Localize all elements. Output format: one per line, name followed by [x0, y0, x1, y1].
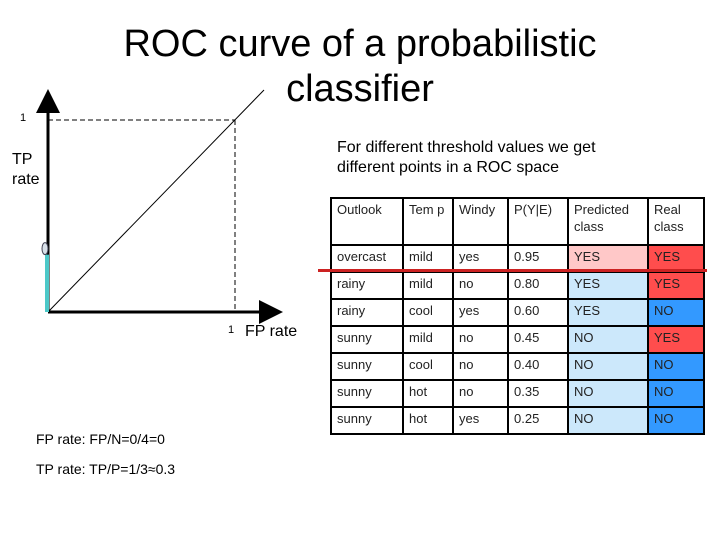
- column-header: Outlook: [330, 197, 404, 246]
- cell-p: 0.35: [507, 379, 569, 408]
- table-row: rainy mild no 0.80 YES YES: [330, 271, 705, 300]
- cell-windy: no: [452, 379, 509, 408]
- cell-predicted: YES: [567, 271, 649, 300]
- cell-temp: hot: [402, 379, 454, 408]
- column-header: Predicted class: [567, 197, 649, 246]
- tp-rate-calc: TP rate: TP/P=1/3≈0.3: [36, 461, 176, 477]
- x-axis-label: FP rate: [245, 323, 298, 340]
- cell-p: 0.45: [507, 325, 569, 354]
- table-row: sunny cool no 0.40 NO NO: [330, 352, 705, 381]
- cell-p: 0.60: [507, 298, 569, 327]
- cell-outlook: sunny: [330, 406, 404, 435]
- fp-rate-calc: FP rate: FP/N=0/4=0: [36, 431, 165, 447]
- table-row: sunny hot yes 0.25 NO NO: [330, 406, 705, 435]
- cell-windy: yes: [452, 244, 509, 273]
- cell-temp: mild: [402, 325, 454, 354]
- cell-real: NO: [647, 379, 705, 408]
- cell-windy: yes: [452, 406, 509, 435]
- x-tick-1: 1: [228, 324, 235, 336]
- y-axis-label-line-2: rate: [12, 171, 40, 188]
- y-axis-label-line-1: TP: [12, 151, 33, 168]
- cell-outlook: sunny: [330, 325, 404, 354]
- cell-p: 0.25: [507, 406, 569, 435]
- cell-outlook: overcast: [330, 244, 404, 273]
- cell-p: 0.95: [507, 244, 569, 273]
- cell-temp: mild: [402, 244, 454, 273]
- cell-predicted: YES: [567, 298, 649, 327]
- cell-predicted: YES: [567, 244, 649, 273]
- table-row: rainy cool yes 0.60 YES NO: [330, 298, 705, 327]
- cell-temp: cool: [402, 298, 454, 327]
- cell-predicted: NO: [567, 325, 649, 354]
- column-header: P(Y|E): [507, 197, 569, 246]
- column-header: Tem p: [402, 197, 454, 246]
- cell-real: YES: [647, 325, 705, 354]
- table-row: overcast mild yes 0.95 YES YES: [330, 244, 705, 273]
- diagonal-line: [47, 89, 265, 313]
- cell-outlook: sunny: [330, 379, 404, 408]
- cell-windy: no: [452, 352, 509, 381]
- table-row: sunny hot no 0.35 NO NO: [330, 379, 705, 408]
- cell-real: NO: [647, 298, 705, 327]
- prediction-table: Outlook Tem p Windy P(Y|E) Predicted class Re…: [330, 197, 705, 435]
- table-row: sunny mild no 0.45 NO YES: [330, 325, 705, 354]
- cell-predicted: NO: [567, 379, 649, 408]
- column-header: Windy: [452, 197, 509, 246]
- cell-windy: no: [452, 325, 509, 354]
- roc-point-marker: [41, 242, 49, 256]
- y-tick-1: 1: [20, 112, 27, 124]
- cell-outlook: sunny: [330, 352, 404, 381]
- y-axis-label: TP rate: [12, 150, 40, 190]
- cell-temp: cool: [402, 352, 454, 381]
- cell-real: YES: [647, 244, 705, 273]
- cell-windy: no: [452, 271, 509, 300]
- cell-p: 0.80: [507, 271, 569, 300]
- cell-real: NO: [647, 406, 705, 435]
- cell-real: NO: [647, 352, 705, 381]
- cell-outlook: rainy: [330, 298, 404, 327]
- cell-windy: yes: [452, 298, 509, 327]
- table-header-row: Outlook Tem p Windy P(Y|E) Predicted class Re…: [330, 197, 705, 246]
- column-header: Real class: [647, 197, 705, 246]
- cell-outlook: rainy: [330, 271, 404, 300]
- cell-predicted: NO: [567, 406, 649, 435]
- cell-temp: hot: [402, 406, 454, 435]
- cell-p: 0.40: [507, 352, 569, 381]
- cell-real: YES: [647, 271, 705, 300]
- cell-predicted: NO: [567, 352, 649, 381]
- cell-temp: mild: [402, 271, 454, 300]
- threshold-line: [318, 269, 707, 272]
